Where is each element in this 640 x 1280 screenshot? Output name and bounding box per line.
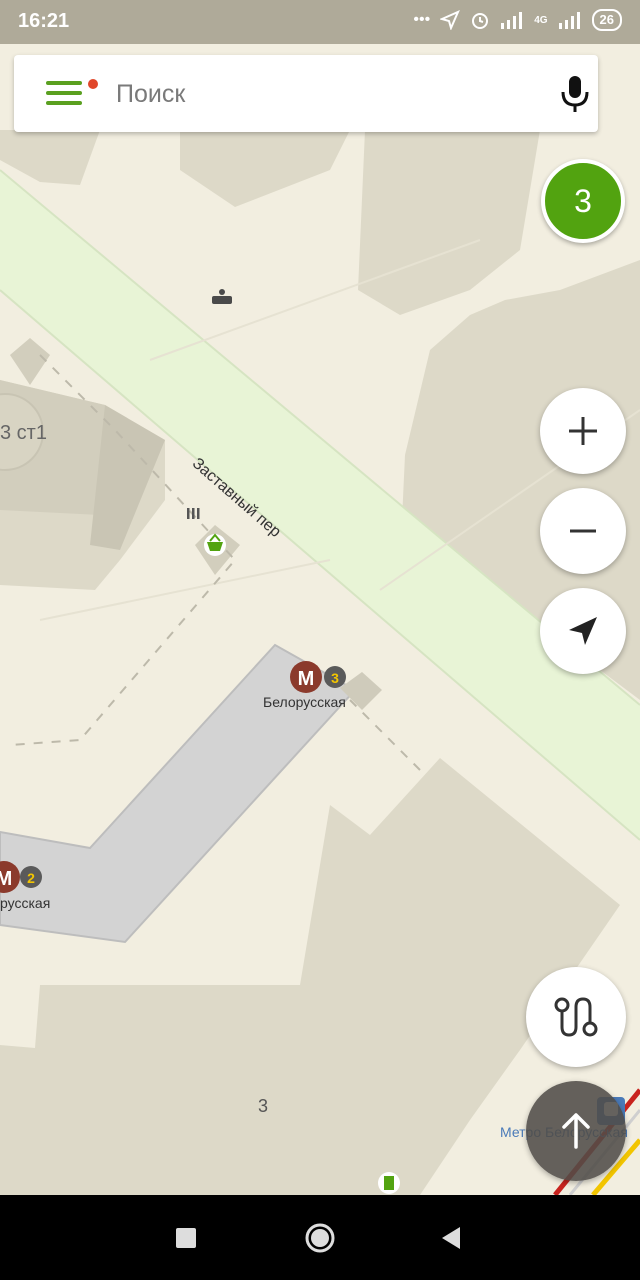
- notification-dot: [88, 79, 98, 89]
- minus-icon: [570, 529, 596, 533]
- layers-count-badge[interactable]: 3: [541, 159, 625, 243]
- monument-icon[interactable]: [187, 508, 200, 519]
- battery-indicator: 26: [591, 9, 622, 31]
- house-number-label: 3: [258, 1096, 269, 1116]
- more-dots-icon: •••: [413, 11, 431, 28]
- location-arrow-icon: [440, 10, 461, 30]
- network-type: 4G: [534, 14, 548, 26]
- status-time: 16:21: [18, 10, 70, 32]
- my-location-button[interactable]: [540, 588, 626, 674]
- status-bar: 16:21 ••• 4G 26: [0, 0, 640, 44]
- metro-line-number-1: 3: [331, 670, 339, 686]
- microphone-icon[interactable]: [554, 73, 596, 115]
- signal-icon: [501, 12, 523, 29]
- route-button[interactable]: [526, 967, 626, 1067]
- building-label: 3 ст1: [0, 422, 47, 444]
- plus-icon: [569, 417, 597, 445]
- status-icons: ••• 4G 26: [413, 9, 622, 31]
- metro-line-number-2: 2: [27, 870, 35, 886]
- square-icon[interactable]: [176, 1228, 196, 1248]
- signal-icon-2: [558, 12, 580, 29]
- circle-icon[interactable]: [304, 1222, 336, 1254]
- grocery-basket-icon[interactable]: [204, 533, 226, 556]
- search-bar: [14, 55, 598, 132]
- navigation-arrow-icon: [569, 617, 597, 645]
- triangle-back-icon[interactable]: [440, 1226, 462, 1250]
- up-arrow-icon: [562, 1113, 590, 1149]
- building-poi-icon[interactable]: [378, 1172, 400, 1194]
- search-input[interactable]: [114, 73, 518, 115]
- zoom-out-button[interactable]: [540, 488, 626, 574]
- alarm-icon: [472, 13, 489, 29]
- navigate-button[interactable]: [526, 1081, 626, 1181]
- metro-station-label-1[interactable]: Белорусская: [263, 694, 346, 710]
- metro-station-label-2[interactable]: русская: [0, 895, 50, 911]
- hamburger-menu-icon[interactable]: [46, 81, 82, 107]
- svg-text:M: M: [0, 868, 12, 890]
- system-nav-bar: [0, 1195, 640, 1280]
- zoom-in-button[interactable]: [540, 388, 626, 474]
- svg-text:M: M: [298, 668, 315, 690]
- route-icon: [554, 997, 598, 1037]
